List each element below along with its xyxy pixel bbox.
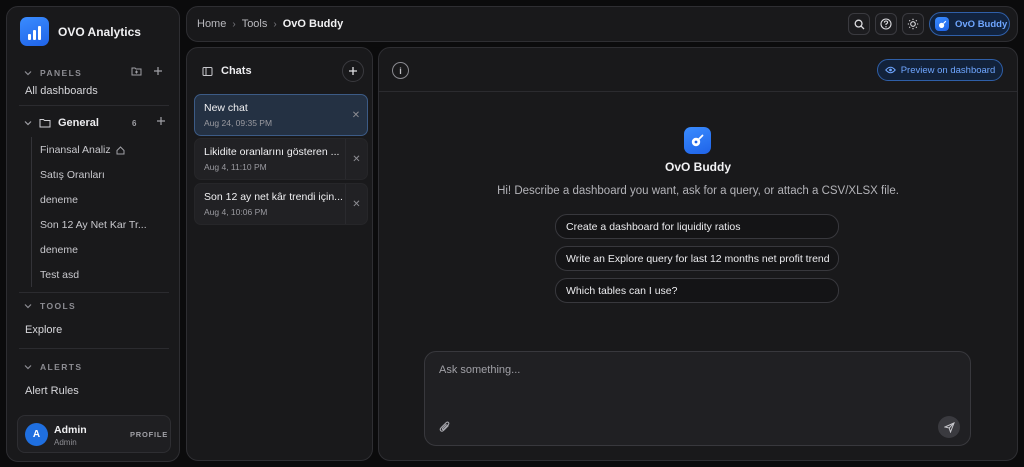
message-input[interactable] — [439, 364, 939, 376]
chat-item[interactable]: Likidite oranlarını gösteren ... Aug 4, … — [194, 138, 368, 180]
chat-title: Likidite oranlarını gösteren ... — [204, 146, 340, 158]
dashboard-item[interactable]: Satış Oranları — [40, 169, 105, 181]
search-icon — [854, 19, 864, 29]
home-icon — [116, 145, 125, 154]
sun-icon — [907, 18, 919, 30]
folder-tree: Finansal Analiz Satış Oranları deneme So… — [31, 137, 171, 287]
suggestion-chip[interactable]: Write an Explore query for last 12 month… — [555, 246, 839, 271]
divider — [19, 105, 169, 106]
ovo-analytics-logo-icon — [20, 17, 49, 46]
ovo-buddy-label: OvO Buddy — [955, 18, 1008, 30]
chevron-down-icon — [24, 121, 32, 126]
panels-label: PANELS — [40, 68, 83, 78]
folder-general[interactable]: General 6 — [24, 117, 174, 129]
preview-on-dashboard-button[interactable]: Preview on dashboard — [877, 59, 1003, 81]
dashboard-item[interactable]: Test asd — [40, 269, 79, 281]
dashboard-item[interactable]: deneme — [40, 244, 78, 256]
breadcrumb-current: OvO Buddy — [282, 18, 344, 30]
dashboard-item[interactable]: deneme — [40, 194, 78, 206]
send-icon — [943, 421, 955, 433]
chat-item[interactable]: New chat Aug 24, 09:35 PM ✕ — [194, 94, 368, 136]
profile-role: Admin — [54, 438, 77, 447]
suggestion-chip[interactable]: Create a dashboard for liquidity ratios — [555, 214, 839, 239]
chat-title: Son 12 ay net kâr trendi için... — [204, 191, 342, 203]
chats-title: Chats — [221, 65, 252, 77]
close-icon[interactable]: ✕ — [345, 139, 367, 179]
divider — [19, 292, 169, 293]
new-folder-icon[interactable] — [131, 66, 142, 76]
alerts-section-header[interactable]: ALERTS — [24, 362, 82, 372]
folder-name: General — [58, 117, 99, 129]
chevron-down-icon — [24, 304, 32, 309]
chats-panel: Chats New chat Aug 24, 09:35 PM ✕ Likidi… — [186, 47, 373, 461]
profile-name: Admin — [54, 424, 87, 436]
folder-count-badge: 6 — [132, 118, 137, 128]
nav-alert-rules[interactable]: Alert Rules — [25, 385, 79, 397]
close-icon[interactable]: ✕ — [345, 184, 367, 224]
tools-section-header[interactable]: TOOLS — [24, 301, 76, 311]
plus-icon — [349, 67, 357, 75]
add-panel-icon[interactable] — [153, 66, 163, 76]
folder-icon — [39, 119, 51, 128]
ovo-buddy-logo-icon — [684, 127, 711, 154]
chevron-down-icon — [24, 365, 32, 370]
alerts-label: ALERTS — [40, 362, 83, 372]
tools-label: TOOLS — [40, 301, 77, 311]
sidebar-panel-icon[interactable] — [202, 66, 213, 77]
search-button[interactable] — [848, 13, 870, 35]
new-chat-button[interactable] — [342, 60, 364, 82]
suggestion-chip[interactable]: Which tables can I use? — [555, 278, 839, 303]
nav-explore[interactable]: Explore — [25, 324, 62, 336]
profile-link[interactable]: PROFILE — [130, 430, 168, 439]
divider — [19, 348, 169, 349]
buddy-main-panel: i Preview on dashboard OvO Buddy Hi! Des… — [378, 47, 1018, 461]
buddy-subtitle: Hi! Describe a dashboard you want, ask f… — [497, 185, 899, 197]
close-icon[interactable]: ✕ — [345, 95, 367, 135]
dashboard-item[interactable]: Finansal Analiz — [40, 144, 125, 156]
help-button[interactable] — [875, 13, 897, 35]
chat-date: Aug 4, 11:10 PM — [204, 162, 267, 172]
chat-date: Aug 24, 09:35 PM — [204, 118, 273, 128]
eye-icon — [884, 66, 896, 74]
dashboard-item[interactable]: Son 12 Ay Net Kar Tr... — [40, 219, 147, 231]
panels-section-header[interactable]: PANELS — [24, 67, 162, 78]
dashboard-item-label: Finansal Analiz — [40, 144, 111, 156]
send-button[interactable] — [938, 416, 960, 438]
chats-header: Chats — [202, 65, 252, 77]
info-icon[interactable]: i — [392, 62, 409, 79]
chat-item[interactable]: Son 12 ay net kâr trendi için... Aug 4, … — [194, 183, 368, 225]
theme-toggle-button[interactable] — [902, 13, 924, 35]
preview-label: Preview on dashboard — [900, 64, 996, 76]
buddy-title: OvO Buddy — [664, 160, 731, 174]
ovo-buddy-button[interactable]: OvO Buddy — [929, 12, 1010, 36]
sidebar: OVO Analytics PANELS All dashboards Gene… — [6, 6, 180, 462]
chevron-down-icon — [24, 71, 32, 76]
nav-all-dashboards[interactable]: All dashboards — [25, 85, 98, 97]
chat-title: New chat — [204, 102, 248, 114]
profile-card[interactable]: A Admin Admin PROFILE — [17, 415, 171, 453]
chat-date: Aug 4, 10:06 PM — [204, 207, 268, 217]
chat-composer — [424, 351, 971, 446]
breadcrumb-home[interactable]: Home — [197, 18, 226, 30]
help-icon — [880, 18, 892, 30]
brand[interactable]: OVO Analytics — [20, 17, 141, 46]
app-name: OVO Analytics — [58, 24, 141, 39]
breadcrumb: Home › Tools › OvO Buddy — [197, 18, 343, 30]
chevron-right-icon: › — [232, 18, 236, 30]
paperclip-icon[interactable] — [439, 420, 451, 433]
chevron-right-icon: › — [273, 18, 277, 30]
breadcrumb-tools[interactable]: Tools — [242, 18, 268, 30]
add-dashboard-icon[interactable] — [156, 116, 166, 126]
ovo-buddy-icon — [935, 17, 949, 31]
topbar: Home › Tools › OvO Buddy OvO Buddy — [186, 6, 1018, 42]
main-header: i Preview on dashboard — [379, 48, 1017, 92]
avatar: A — [25, 423, 48, 446]
